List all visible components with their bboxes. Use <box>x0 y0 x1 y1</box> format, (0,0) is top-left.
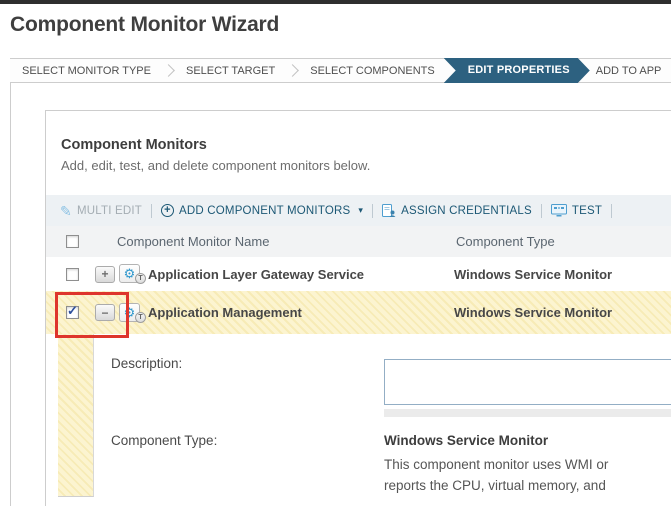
toolbar: ✎ MULTI EDIT + ADD COMPONENT MONITORS ▾ … <box>46 195 671 226</box>
row-type: Windows Service Monitor <box>454 267 612 282</box>
screen: Component Monitor Wizard SELECT MONITOR … <box>0 0 671 506</box>
content-panel: Component Monitors Add, edit, test, and … <box>45 110 671 506</box>
component-type-label: Component Type: <box>94 433 384 448</box>
row-type: Windows Service Monitor <box>454 305 612 320</box>
component-type-name: Windows Service Monitor <box>384 433 608 448</box>
step-select-monitor-type[interactable]: SELECT MONITOR TYPE <box>10 65 163 77</box>
step-select-target[interactable]: SELECT TARGET <box>174 65 287 77</box>
check-icon: ✓ <box>67 303 78 319</box>
multi-edit-button[interactable]: ✎ MULTI EDIT <box>60 204 142 218</box>
section-heading: Component Monitors <box>61 137 671 153</box>
top-bar <box>0 0 671 4</box>
service-icon: ⚙ T <box>119 303 146 323</box>
detail-form: Description: Component Type: Windows Ser… <box>94 334 671 502</box>
expanded-detail: Description: Component Type: Windows Ser… <box>46 334 671 502</box>
circle-plus-icon: + <box>161 204 174 217</box>
section-subheading: Add, edit, test, and delete component mo… <box>61 158 671 173</box>
chevron-right-icon <box>286 64 299 77</box>
toolbar-separator <box>151 204 152 218</box>
column-header-name: Component Monitor Name <box>117 234 456 249</box>
table-row[interactable]: + ⚙ T Application Layer Gateway Service … <box>46 257 671 291</box>
description-field-group <box>384 359 671 417</box>
selection-stripe <box>58 334 94 497</box>
section-head: Component Monitors Add, edit, test, and … <box>46 111 671 173</box>
test-button[interactable]: TEST <box>551 204 602 217</box>
page-title: Component Monitor Wizard <box>10 13 279 37</box>
collapse-button[interactable]: − <box>95 304 115 321</box>
description-row: Description: <box>94 356 671 417</box>
service-icon: ⚙ T <box>119 264 146 284</box>
step-add-to-app[interactable]: ADD TO APP <box>590 65 671 77</box>
toolbar-separator <box>372 204 373 218</box>
test-monitor-icon <box>551 204 567 217</box>
description-label: Description: <box>94 356 384 371</box>
toolbar-separator <box>541 204 542 218</box>
row-checkbox-checked[interactable]: ✓ <box>66 306 79 319</box>
detail-spacer <box>46 334 58 502</box>
assign-credentials-label: ASSIGN CREDENTIALS <box>401 205 532 217</box>
step-nav: SELECT MONITOR TYPE SELECT TARGET SELECT… <box>10 58 671 83</box>
description-textarea[interactable] <box>384 359 671 405</box>
component-type-description: This component monitor uses WMI or repor… <box>384 454 608 496</box>
chevron-right-icon <box>162 64 175 77</box>
step-select-components[interactable]: SELECT COMPONENTS <box>298 65 447 77</box>
chevron-down-icon: ▾ <box>358 205 363 216</box>
row-checkbox[interactable] <box>66 268 79 281</box>
component-type-value: Windows Service Monitor This component m… <box>384 433 608 496</box>
assign-credentials-icon <box>382 204 396 218</box>
test-label: TEST <box>572 205 602 217</box>
row-name: Application Layer Gateway Service <box>148 267 454 282</box>
assign-credentials-button[interactable]: ASSIGN CREDENTIALS <box>382 204 532 218</box>
template-badge-icon: T <box>135 273 146 284</box>
add-component-monitors-button[interactable]: + ADD COMPONENT MONITORS ▾ <box>161 204 363 217</box>
multi-edit-label: MULTI EDIT <box>77 205 142 217</box>
wizard-left-border <box>10 58 11 506</box>
pencil-icon: ✎ <box>60 204 72 218</box>
table-header: Component Monitor Name Component Type <box>46 226 671 257</box>
row-name: Application Management <box>148 305 454 320</box>
add-component-monitors-label: ADD COMPONENT MONITORS <box>179 205 350 217</box>
table-row-selected[interactable]: ✓ − ⚙ T Application Management Windows S… <box>46 291 671 334</box>
toolbar-separator <box>611 204 612 218</box>
select-all-checkbox[interactable] <box>66 235 79 248</box>
template-badge-icon: T <box>135 312 146 323</box>
component-type-row: Component Type: Windows Service Monitor … <box>94 433 671 496</box>
resize-bar[interactable] <box>384 409 671 417</box>
expand-button[interactable]: + <box>95 266 115 283</box>
step-edit-properties-active[interactable]: EDIT PROPERTIES <box>444 58 590 83</box>
column-header-type: Component Type <box>456 234 555 249</box>
